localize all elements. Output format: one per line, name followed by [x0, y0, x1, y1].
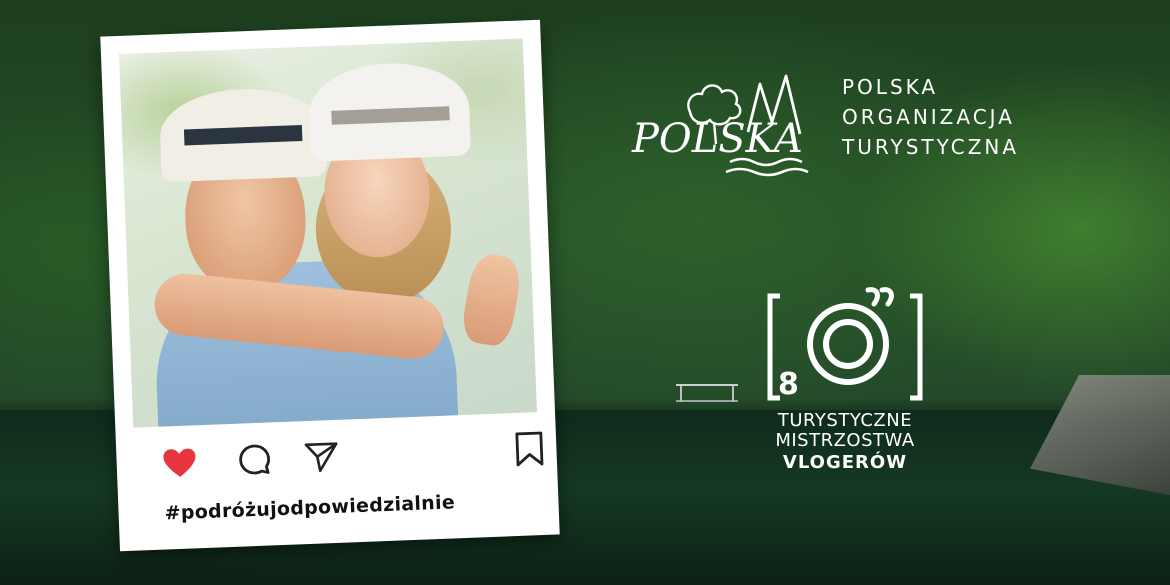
- org-line-3: TURYSTYCZNA: [842, 135, 1020, 159]
- post-actions: [162, 431, 544, 487]
- share-icon[interactable]: [304, 440, 339, 475]
- vlog-line-2: MISTRZOSTWA: [775, 430, 915, 451]
- heart-icon[interactable]: [162, 445, 197, 480]
- camera-lens-icon: 8: [767, 287, 923, 402]
- org-line-1: POLSKA: [842, 75, 939, 99]
- vlog-line-1: TURYSTYCZNE: [777, 410, 913, 431]
- campaign-hashtag: #podróżujodpowiedzialnie: [164, 491, 456, 525]
- vlog-line-3: VLOGERÓW: [782, 452, 908, 473]
- edition-number: 8: [778, 367, 799, 402]
- wooden-pier: [676, 384, 738, 402]
- bookmark-icon[interactable]: [512, 431, 547, 467]
- polish-tourism-organisation-logo: POLSKA POLSKA ORGANIZACJA TURYSTYCZNA: [630, 72, 1050, 192]
- polska-brand-mark: POLSKA: [631, 74, 809, 177]
- vlogger-championship-logo: 8 TURYSTYCZNE MISTRZOSTWA VLOGERÓW: [760, 282, 940, 482]
- instagram-style-photo-frame: #podróżujodpowiedzialnie: [100, 19, 560, 552]
- org-line-2: ORGANIZACJA: [842, 105, 1015, 129]
- polska-mark-text: POLSKA: [631, 116, 803, 162]
- couple-photo: [118, 38, 538, 428]
- waving-hand: [459, 251, 524, 349]
- organisation-name: POLSKA ORGANIZACJA TURYSTYCZNA: [842, 72, 1019, 162]
- comment-icon[interactable]: [237, 442, 272, 477]
